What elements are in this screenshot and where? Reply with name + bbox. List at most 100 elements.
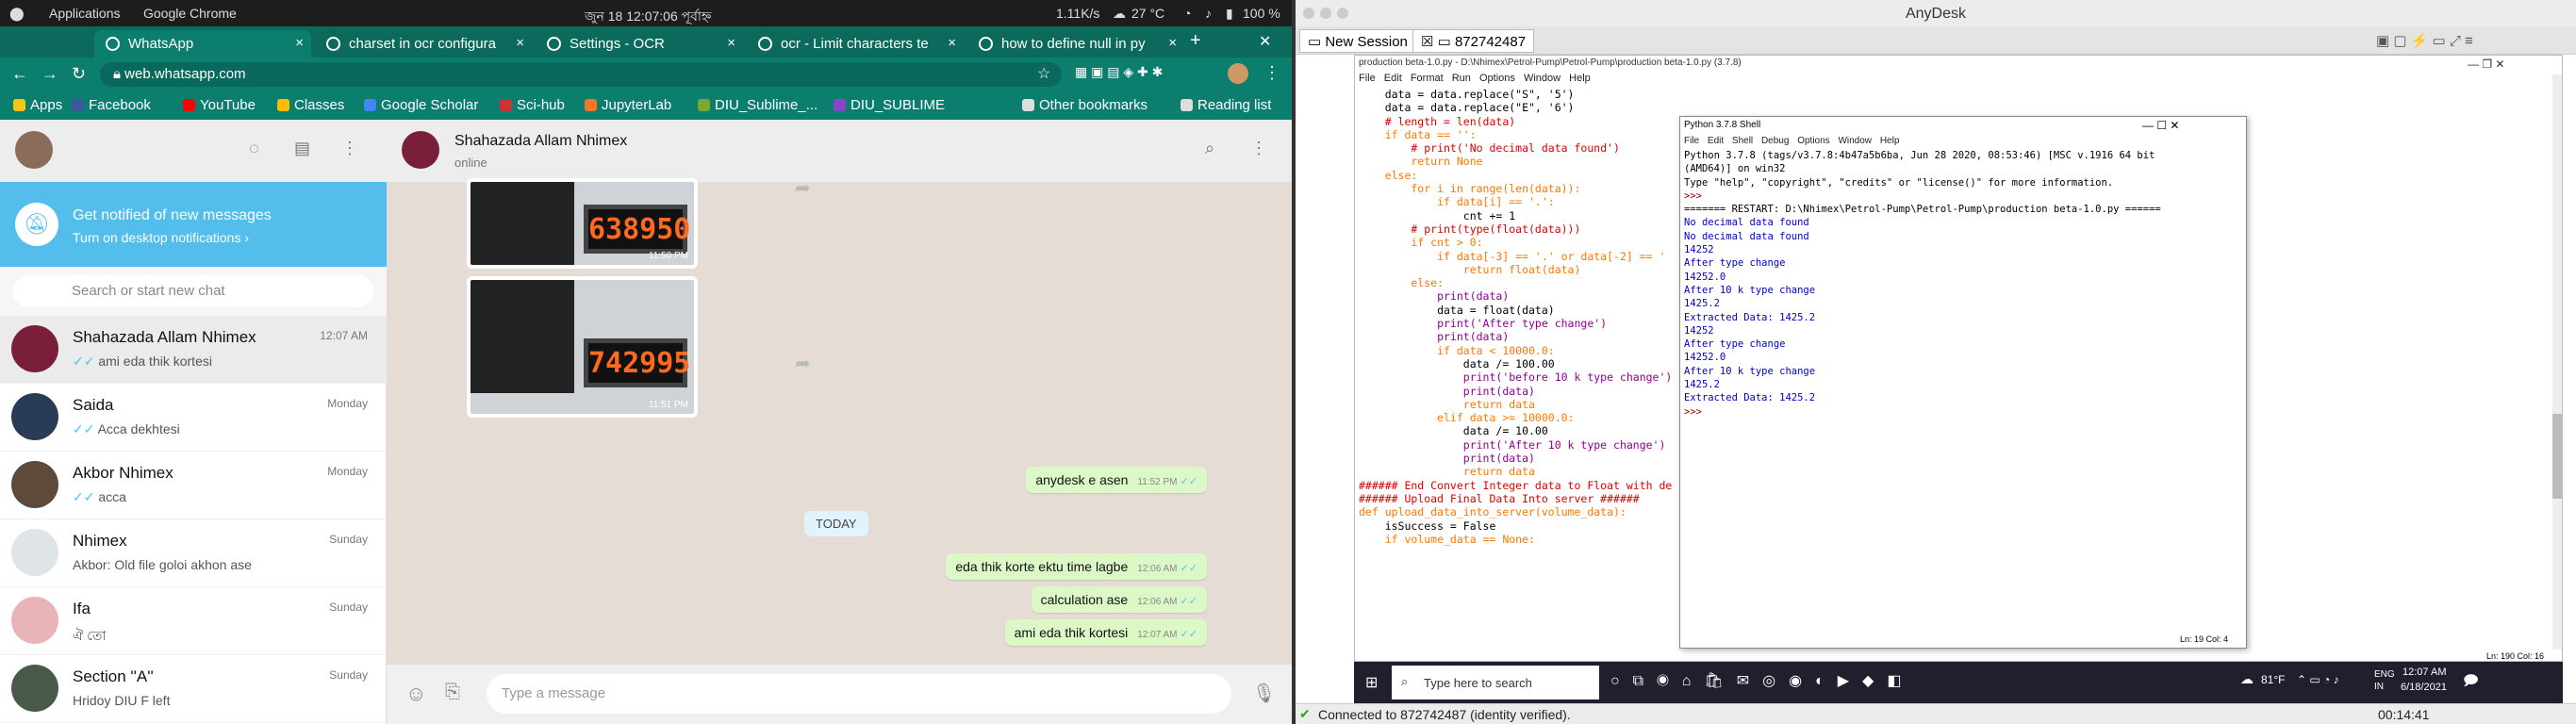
search-icon[interactable]: ⌕ — [1205, 139, 1214, 158]
image-message[interactable]: 742995 11:51 PM — [467, 276, 698, 418]
code-line: >>> — [1684, 405, 1709, 418]
forward-icon[interactable]: ➦ — [795, 176, 811, 200]
close-icon[interactable]: × — [1168, 35, 1177, 51]
reload-icon[interactable]: ↻ — [72, 64, 86, 84]
scrollbar[interactable] — [2552, 74, 2562, 650]
close-dot-icon[interactable] — [1303, 8, 1314, 19]
outgoing-message[interactable]: ami eda thik kortesi 12:07 AM ✓✓ — [1004, 619, 1207, 646]
chat-item[interactable]: Section ''A'' Hridoy DIU F left Sunday — [0, 655, 387, 723]
extensions-icon[interactable]: ▦ ▣ ▤ ◈ ✚ ✱ — [1075, 64, 1163, 80]
address-bar[interactable]: 🔒︎ web.whatsapp.com — [100, 62, 1062, 87]
taskbar-time[interactable]: 12:07 AM — [2403, 666, 2446, 678]
new-session-tab[interactable]: ▭ New Session — [1299, 29, 1416, 53]
close-window-icon[interactable]: ✕ — [1259, 32, 1271, 51]
profile-avatar[interactable] — [1228, 63, 1248, 84]
volume-icon[interactable]: ♪ — [1205, 6, 1212, 21]
menu-icon[interactable]: ⋮ — [1263, 63, 1280, 83]
minimize-dot-icon[interactable] — [1320, 8, 1331, 19]
notify-link[interactable]: Turn on desktop notifications › — [73, 230, 249, 245]
taskbar-apps[interactable]: ○⧉◉⌂🛍︎✉◎◉◐▶◆◧ — [1610, 671, 1914, 690]
microphone-icon[interactable]: 🎙︎ — [1252, 682, 1276, 705]
tab-settings-ocr[interactable]: Settings - OCR × — [536, 30, 743, 58]
code-editor[interactable]: data = data.replace("S", '5') data = dat… — [1359, 88, 1672, 546]
window-controls[interactable]: — ❐ ✕ — [2468, 58, 2504, 71]
editor-menubar[interactable]: File Edit Format Run Options Window Help — [1359, 73, 1591, 84]
activities-icon[interactable]: ⬤ — [9, 6, 25, 22]
forward-icon[interactable]: → — [41, 64, 58, 84]
chat-item[interactable]: Akbor Nhimex ✓✓ acca Monday — [0, 452, 387, 519]
active-app-label[interactable]: Google Chrome — [143, 6, 237, 21]
bookmark-jupyterlab[interactable]: JupyterLab — [585, 97, 671, 113]
forward-icon[interactable]: ➦ — [795, 352, 811, 375]
tab-whatsapp[interactable]: WhatsApp × — [94, 30, 311, 58]
avatar[interactable] — [402, 131, 439, 169]
shell-title: Python 3.7.8 Shell — [1684, 120, 1761, 130]
outgoing-message[interactable]: anydesk e asen 11:52 PM ✓✓ — [1026, 467, 1207, 493]
shell-output[interactable]: Python 3.7.8 (tags/v3.7.8:4b47a5b6ba, Ju… — [1684, 149, 2161, 419]
chat-item[interactable]: Nhimex Akbor: Old file goloi akhon ase Sun… — [0, 519, 387, 587]
outgoing-message[interactable]: eda thik korte ektu time lagbe 12:06 AM ✓… — [946, 553, 1207, 580]
bookmark-youtube[interactable]: YouTube — [183, 97, 256, 113]
bookmark-facebook[interactable]: Facebook — [72, 97, 151, 113]
wifi-icon[interactable]: ◔ — [1183, 6, 1191, 21]
code-line: After type change — [1684, 338, 1786, 351]
search-input[interactable]: Search or start new chat — [13, 275, 373, 307]
message-input[interactable]: Type a message — [487, 674, 1231, 714]
chat-item[interactable]: Ifa ঐ তো Sunday — [0, 587, 387, 655]
bookmark-classes[interactable]: Classes — [277, 97, 344, 113]
chat-item[interactable]: Shahazada Allam Nhimex ✓✓ ami eda thik ko… — [0, 316, 387, 384]
back-icon[interactable]: ← — [11, 64, 28, 84]
notification-banner[interactable]: 🔕︎ Get notified of new messages Turn on … — [0, 182, 387, 267]
close-icon[interactable]: × — [727, 35, 735, 51]
window-controls[interactable]: — ☐ ✕ — [2142, 119, 2179, 132]
maximize-dot-icon[interactable] — [1337, 8, 1348, 19]
taskbar-date[interactable]: 6/18/2021 — [2401, 682, 2447, 693]
applications-menu[interactable]: Applications — [49, 6, 121, 21]
attach-icon[interactable]: ⎘ — [445, 682, 460, 703]
windows-start-icon[interactable]: ⊞ — [1365, 673, 1378, 692]
system-top-bar: ⬤ Applications Google Chrome জুন 18 12:0… — [0, 0, 1292, 26]
close-icon[interactable]: × — [948, 35, 956, 51]
double-check-icon: ✓✓ — [1177, 476, 1197, 487]
bookmark-sci-hub[interactable]: Sci-hub — [500, 97, 565, 113]
toolbar-icons[interactable]: ▣ ▢ ⚡ ▭ ⤢ ≡ — [2376, 32, 2473, 49]
menu-icon[interactable]: ⋮ — [341, 139, 358, 158]
tab-ocr-limit[interactable]: ocr - Limit characters te × — [747, 30, 964, 58]
bookmark-diu-sublime-1[interactable]: DIU_Sublime_... — [698, 97, 817, 113]
notification-icon[interactable]: 🗩︎ — [2463, 671, 2479, 695]
code-line: # length = len(data) — [1359, 114, 1516, 128]
bookmark-apps[interactable]: Apps — [13, 97, 62, 113]
new-chat-icon[interactable]: ▤ — [294, 139, 310, 158]
shell-menubar[interactable]: File Edit Shell Debug Options Window Hel… — [1684, 136, 1899, 146]
outgoing-message[interactable]: calculation ase 12:06 AM ✓✓ — [1031, 586, 1207, 613]
close-icon[interactable]: ☒ — [1421, 34, 1438, 50]
remote-desktop[interactable]: production beta-1.0.py - D:\Nhimex\Petro… — [1354, 55, 2563, 703]
menu-icon[interactable]: ⋮ — [1250, 139, 1267, 158]
image-message[interactable]: 638950 11:50 PM — [467, 178, 698, 269]
message-time: 11:51 PM — [648, 400, 688, 410]
input-language[interactable]: ENG IN — [2374, 668, 2395, 693]
battery-icon[interactable]: ▮ — [1226, 6, 1233, 22]
tab-null-python[interactable]: how to define null in py × — [967, 30, 1184, 58]
emoji-icon[interactable]: ☺ — [405, 682, 426, 706]
avatar[interactable] — [15, 131, 53, 169]
bookmark-star-icon[interactable]: ☆ — [1037, 64, 1050, 83]
close-icon[interactable]: × — [295, 35, 304, 51]
bookmark-other[interactable]: Other bookmarks — [1022, 97, 1148, 113]
reading-list[interactable]: Reading list — [1181, 97, 1271, 113]
conversation-header[interactable]: Shahazada Allam Nhimex online ⌕ ⋮ — [387, 120, 1292, 182]
close-icon[interactable]: × — [516, 35, 524, 51]
tray-icons[interactable]: ⌃ ▭ ◔ ♪ — [2297, 673, 2339, 686]
tab-charset[interactable]: charset in ocr configura × — [315, 30, 532, 58]
python-shell-window[interactable]: Python 3.7.8 Shell — ☐ ✕ File Edit Shell… — [1679, 116, 2247, 649]
bookmark-diu-sublime-2[interactable]: DIU_SUBLIME — [834, 97, 945, 113]
status-icon[interactable]: ◌ — [249, 139, 259, 158]
chat-item[interactable]: Saida ✓✓ Acca dekhtesi Monday — [0, 384, 387, 452]
bookmark-google-scholar[interactable]: Google Scholar — [364, 97, 478, 113]
session-tab[interactable]: ☒ ▭ 872742487 — [1412, 29, 1535, 53]
taskbar-search[interactable]: ⌕ Type here to search — [1392, 666, 1599, 699]
bookmarks-bar: Apps Facebook YouTube Classes Google Sch… — [0, 91, 1292, 120]
clock[interactable]: জুন 18 12:07:06 পূর্বাহ্ন — [585, 6, 711, 28]
code-line: cnt += 1 — [1359, 208, 1516, 222]
new-tab-button[interactable]: + — [1190, 30, 1201, 52]
